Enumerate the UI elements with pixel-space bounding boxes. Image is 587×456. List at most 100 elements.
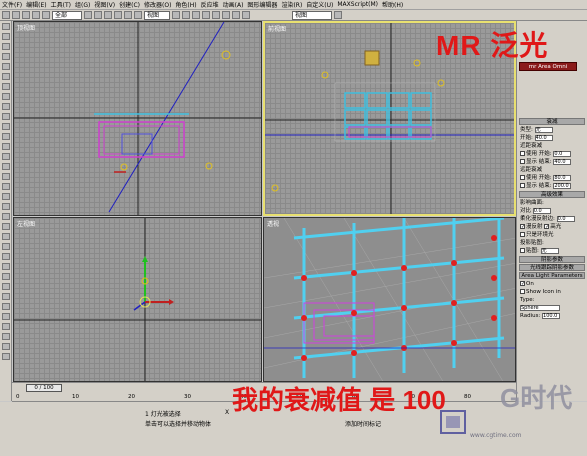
pivot-icon[interactable] xyxy=(172,11,180,19)
tool-icon[interactable] xyxy=(1,193,10,200)
undo-icon[interactable] xyxy=(2,11,10,19)
tool-icon[interactable] xyxy=(1,153,10,160)
tool-icon[interactable] xyxy=(1,53,10,60)
near-end-field[interactable]: 40.0 xyxy=(553,158,572,165)
move-icon[interactable] xyxy=(114,11,122,19)
tool-icon[interactable] xyxy=(1,253,10,260)
rollout-shadow-params[interactable]: 阴影参数 xyxy=(519,256,585,263)
tool-icon[interactable] xyxy=(1,183,10,190)
menu-item[interactable]: 自定义(U) xyxy=(306,0,333,9)
tool-icon[interactable] xyxy=(1,103,10,110)
select-icon[interactable] xyxy=(84,11,92,19)
map-button[interactable]: 无 xyxy=(540,247,559,254)
menu-item[interactable]: 修改器(O) xyxy=(144,0,171,9)
time-slider-thumb[interactable]: 0 / 100 xyxy=(26,384,62,392)
tool-icon[interactable] xyxy=(1,83,10,90)
align-icon[interactable] xyxy=(192,11,200,19)
menu-item[interactable]: 工具(T) xyxy=(51,0,71,9)
area-on-checkbox[interactable] xyxy=(520,281,525,286)
mirror-icon[interactable] xyxy=(182,11,190,19)
schematic-icon[interactable] xyxy=(222,11,230,19)
tool-icon[interactable] xyxy=(1,343,10,350)
radius-field[interactable]: 100.0 xyxy=(542,312,561,319)
bind-icon[interactable] xyxy=(42,11,50,19)
far-end-field[interactable]: 200.0 xyxy=(553,182,572,189)
far-use-checkbox[interactable] xyxy=(520,175,525,180)
add-time-tag[interactable]: 添加时间标记 xyxy=(345,419,381,428)
curve-editor-icon[interactable] xyxy=(212,11,220,19)
near-show-checkbox[interactable] xyxy=(520,159,525,164)
tool-icon[interactable] xyxy=(1,303,10,310)
area-type-dropdown[interactable]: Sphere xyxy=(520,304,560,311)
rollout-advanced-effects[interactable]: 高级效果 xyxy=(519,191,585,198)
scale-icon[interactable] xyxy=(134,11,142,19)
decay-start-field[interactable]: 40.0 xyxy=(534,134,553,141)
tool-icon[interactable] xyxy=(1,33,10,40)
tool-icon[interactable] xyxy=(1,23,10,30)
far-start-field[interactable]: 80.0 xyxy=(553,174,572,181)
tool-icon[interactable] xyxy=(1,113,10,120)
tool-icon[interactable] xyxy=(1,263,10,270)
diffuse-checkbox[interactable] xyxy=(520,224,525,229)
menu-item[interactable]: 创建(C) xyxy=(119,0,140,9)
tool-icon[interactable] xyxy=(1,283,10,290)
near-start-field[interactable]: 0.0 xyxy=(553,150,572,157)
menu-item[interactable]: 渲染(R) xyxy=(281,0,302,9)
tool-icon[interactable] xyxy=(1,313,10,320)
viewport-left[interactable]: 左视图 xyxy=(13,217,262,382)
region-icon[interactable] xyxy=(104,11,112,19)
show-icon-checkbox[interactable] xyxy=(520,289,525,294)
tool-icon[interactable] xyxy=(1,213,10,220)
tool-icon[interactable] xyxy=(1,233,10,240)
material-editor-icon[interactable] xyxy=(232,11,240,19)
menu-item[interactable]: 帮助(H) xyxy=(382,0,403,9)
tool-icon[interactable] xyxy=(1,123,10,130)
tool-icon[interactable] xyxy=(1,173,10,180)
soften-field[interactable]: 0.0 xyxy=(556,215,575,222)
tool-icon[interactable] xyxy=(1,73,10,80)
contrast-field[interactable]: 0.0 xyxy=(532,207,551,214)
rotate-icon[interactable] xyxy=(124,11,132,19)
ambient-checkbox[interactable] xyxy=(520,232,525,237)
layer-icon[interactable] xyxy=(202,11,210,19)
tool-icon[interactable] xyxy=(1,143,10,150)
map-checkbox[interactable] xyxy=(520,248,525,253)
menu-item[interactable]: 角色(H) xyxy=(175,0,196,9)
menu-item[interactable]: 反应堆 xyxy=(201,0,219,9)
tool-icon[interactable] xyxy=(1,203,10,210)
render-view-dropdown[interactable]: 视图 xyxy=(292,10,332,20)
rollout-raytrace-shadow[interactable]: 光线跟踪阴影参数 xyxy=(519,264,585,271)
quick-render-icon[interactable] xyxy=(334,11,342,19)
near-use-checkbox[interactable] xyxy=(520,151,525,156)
tool-icon[interactable] xyxy=(1,323,10,330)
rollout-decay[interactable]: 衰减 xyxy=(519,118,585,125)
menu-item[interactable]: 图形编辑器 xyxy=(247,0,277,9)
tool-icon[interactable] xyxy=(1,223,10,230)
menu-item[interactable]: 视图(V) xyxy=(94,0,115,9)
tool-icon[interactable] xyxy=(1,273,10,280)
coord-system-dropdown[interactable]: 视图 xyxy=(144,10,170,20)
menu-item[interactable]: 动画(A) xyxy=(223,0,244,9)
link-icon[interactable] xyxy=(22,11,30,19)
menu-item[interactable]: MAXScript(M) xyxy=(337,1,378,8)
tool-icon[interactable] xyxy=(1,293,10,300)
tool-icon[interactable] xyxy=(1,133,10,140)
unlink-icon[interactable] xyxy=(32,11,40,19)
render-setup-icon[interactable] xyxy=(242,11,250,19)
tool-icon[interactable] xyxy=(1,43,10,50)
decay-type-dropdown[interactable]: 无 xyxy=(534,126,553,133)
viewport-top[interactable]: 顶视图 xyxy=(13,21,262,216)
tool-icon[interactable] xyxy=(1,353,10,360)
tool-icon[interactable] xyxy=(1,163,10,170)
tool-icon[interactable] xyxy=(1,63,10,70)
rollout-area-light[interactable]: Area Light Parameters xyxy=(519,272,585,279)
specular-checkbox[interactable] xyxy=(544,224,550,229)
tool-icon[interactable] xyxy=(1,93,10,100)
selection-filter-dropdown[interactable]: 全部 xyxy=(52,10,82,20)
menu-item[interactable]: 文件(F) xyxy=(2,0,22,9)
menu-item[interactable]: 编辑(E) xyxy=(26,0,46,9)
redo-icon[interactable] xyxy=(12,11,20,19)
tool-icon[interactable] xyxy=(1,333,10,340)
select-by-name-icon[interactable] xyxy=(94,11,102,19)
menu-item[interactable]: 组(G) xyxy=(75,0,90,9)
